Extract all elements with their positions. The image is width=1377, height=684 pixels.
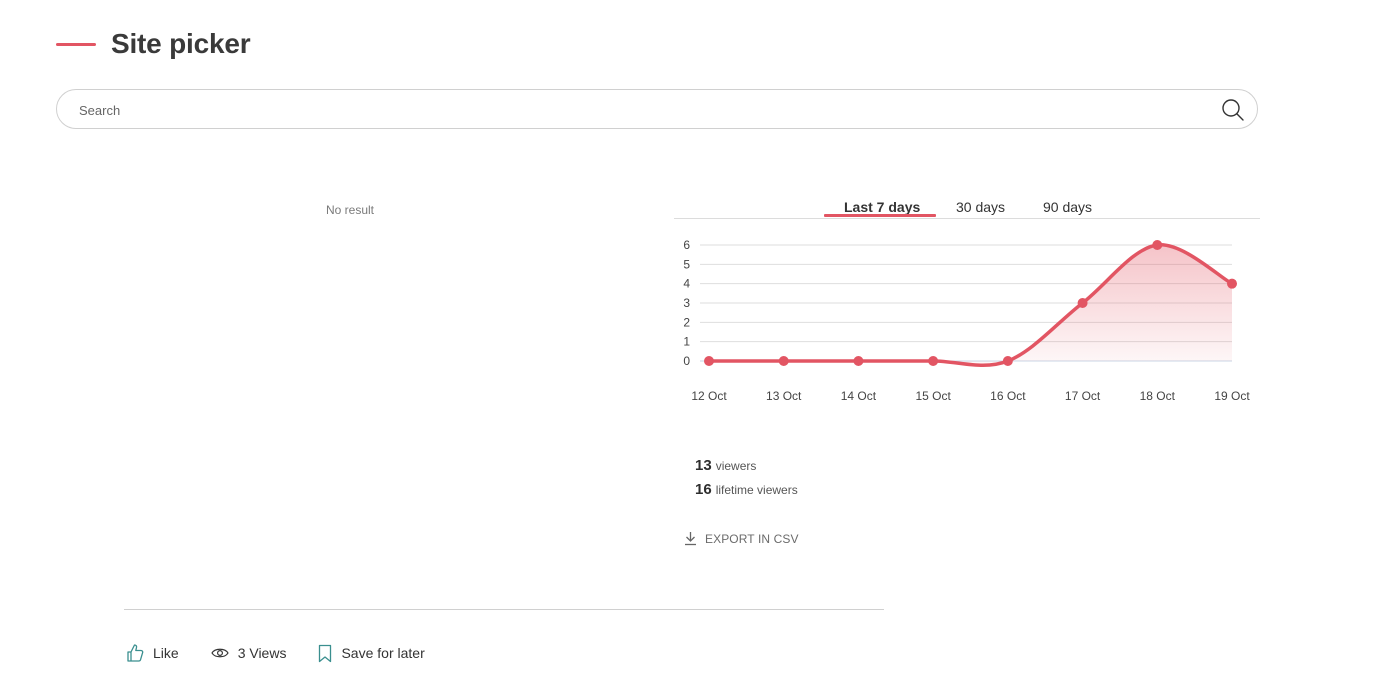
like-label: Like [153, 645, 179, 661]
chart-data-point[interactable] [1002, 356, 1013, 366]
eye-icon [210, 648, 229, 658]
lifetime-viewers-label: lifetime viewers [715, 483, 798, 497]
tab-90-days[interactable]: 90 days [1043, 199, 1092, 215]
period-tabs: Last 7 days 30 days 90 days [674, 195, 1260, 219]
title-accent-bar [56, 42, 96, 46]
chart-data-point[interactable] [853, 356, 864, 366]
x-tick-label: 18 Oct [1140, 389, 1176, 403]
active-tab-indicator [824, 214, 936, 217]
chart-area-fill [709, 244, 1232, 366]
no-result-text: No result [325, 203, 375, 217]
lifetime-viewers-stat: 16 lifetime viewers [695, 481, 798, 505]
search-input[interactable] [77, 99, 1201, 121]
export-csv-label: EXPORT IN CSV [705, 531, 799, 546]
chart-data-point[interactable] [704, 356, 714, 366]
y-tick-label: 3 [683, 296, 690, 310]
chart-data-point[interactable] [928, 356, 939, 366]
download-icon [685, 532, 696, 546]
tab-last-7-days[interactable]: Last 7 days [844, 199, 920, 215]
viewers-stat: 13 viewers [695, 457, 798, 481]
x-tick-label: 15 Oct [915, 389, 951, 403]
views-button[interactable]: 3 Views [210, 645, 287, 661]
x-tick-label: 19 Oct [1214, 389, 1250, 403]
post-actions: Like 3 Views Save for later [126, 643, 457, 663]
views-label: 3 Views [237, 645, 287, 661]
viewers-label: viewers [715, 459, 757, 473]
page-title: Site picker [111, 28, 251, 59]
x-tick-label: 13 Oct [766, 389, 802, 403]
lifetime-viewers-count: 16 [695, 481, 712, 498]
x-tick-label: 12 Oct [691, 389, 727, 403]
x-tick-label: 16 Oct [990, 389, 1026, 403]
save-for-later-button[interactable]: Save for later [318, 644, 425, 663]
bookmark-icon [319, 644, 332, 662]
y-tick-label: 1 [683, 335, 690, 349]
x-tick-label: 14 Oct [841, 389, 877, 403]
x-tick-label: 17 Oct [1065, 389, 1101, 403]
chart-data-point[interactable] [1152, 240, 1163, 250]
search-box[interactable] [56, 89, 1258, 129]
export-csv-button[interactable]: EXPORT IN CSV [684, 531, 799, 546]
viewer-stats: 13 viewers 16 lifetime viewers [695, 457, 798, 505]
y-tick-label: 0 [683, 354, 690, 368]
y-tick-label: 5 [683, 257, 690, 271]
thumbs-up-icon [127, 644, 144, 662]
viewers-chart: 0 1 2 3 4 5 6 12 Oct 13 Oct 14 Oct 15 Oct 16 Oct 17… [683, 238, 1250, 403]
viewers-count: 13 [695, 457, 712, 474]
tab-30-days[interactable]: 30 days [956, 199, 1005, 215]
y-tick-label: 2 [683, 315, 690, 329]
y-tick-label: 4 [683, 277, 690, 291]
chart-data-point[interactable] [778, 356, 789, 366]
chart-data-point[interactable] [1227, 278, 1237, 289]
search-icon[interactable] [1221, 98, 1245, 122]
y-tick-label: 6 [683, 238, 690, 252]
content-divider [124, 609, 884, 610]
save-for-later-label: Save for later [341, 645, 425, 661]
page-header: Site picker [56, 28, 251, 60]
chart-data-point[interactable] [1077, 298, 1088, 308]
like-button[interactable]: Like [126, 643, 179, 663]
